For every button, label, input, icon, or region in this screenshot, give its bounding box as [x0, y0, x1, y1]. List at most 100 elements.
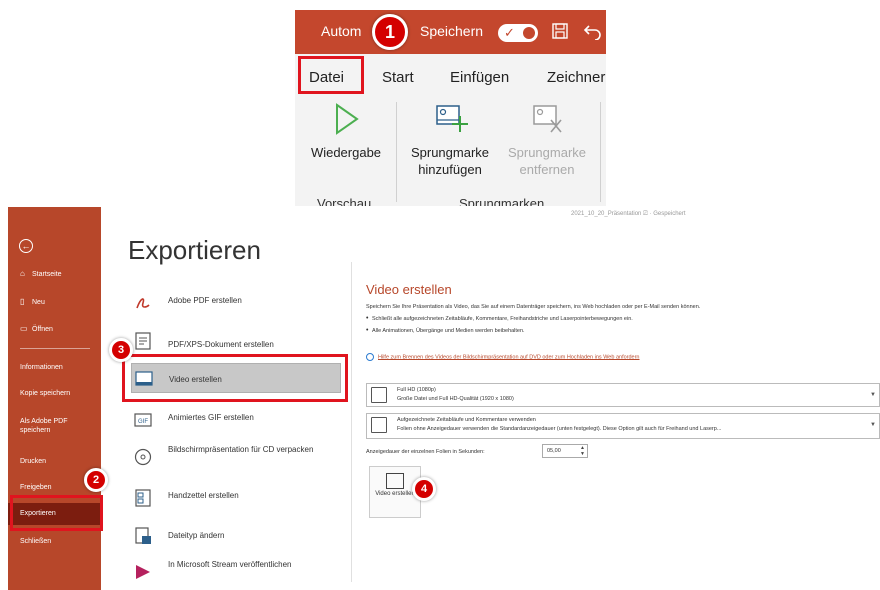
sidebar-item-label: Informationen	[20, 364, 63, 371]
sidebar-item-label: Freigeben	[20, 484, 52, 491]
export-option-label: Bildschirmpräsentation für CD verpacken	[168, 445, 314, 454]
seconds-label: Anzeigedauer der einzelnen Folien in Sek…	[366, 449, 485, 455]
pane-divider	[351, 262, 352, 582]
autosave-label: Autom	[321, 23, 362, 39]
chevron-down-icon: ▼	[870, 392, 876, 398]
svg-text:GIF: GIF	[138, 419, 148, 425]
stream-icon	[136, 565, 150, 579]
monitor-icon	[371, 387, 387, 403]
tab-start[interactable]: Start	[382, 69, 414, 86]
step-marker-1: 1	[372, 14, 408, 50]
export-option-label: Animiertes GIF erstellen	[168, 413, 254, 422]
sidebar-item-neu[interactable]: ▯ Neu	[8, 291, 101, 313]
export-option-stream[interactable]: In Microsoft Stream veröffentlichen	[131, 556, 341, 590]
sidebar-divider	[20, 348, 90, 349]
export-option-filetype[interactable]: Dateityp ändern	[131, 520, 341, 556]
export-option-handouts[interactable]: Handzettel erstellen	[131, 482, 341, 518]
sidebar-item-label: Öffnen	[32, 326, 53, 333]
play-button[interactable]: Wiedergabe	[305, 102, 387, 161]
page-title: Exportieren	[128, 235, 261, 265]
save-icon[interactable]	[551, 22, 571, 42]
sidebar-item-label: Drucken	[20, 458, 47, 465]
add-bookmark-label-2: hinzufügen	[418, 162, 482, 177]
help-link-text: Hilfe zum Brennen des Videos der Bildsch…	[378, 354, 640, 361]
sidebar-item-oeffnen[interactable]: ▭ Öffnen	[8, 318, 101, 340]
export-option-cd[interactable]: Bildschirmpräsentation für CD verpacken	[131, 441, 341, 477]
video-heading: Video erstellen	[366, 282, 452, 297]
timings-icon	[371, 417, 387, 433]
spinner-arrows-icon: ▲ ▼	[580, 445, 585, 457]
open-icon: ▭	[20, 324, 28, 333]
gif-icon: GIF	[134, 413, 152, 427]
title-bar: Autom Speichern ✓	[295, 10, 606, 54]
help-link[interactable]: Hilfe zum Brennen des Videos der Bildsch…	[366, 353, 640, 361]
remove-bookmark-label-2: entfernen	[519, 162, 575, 177]
seconds-spinner[interactable]: 05,00 ▲ ▼	[542, 444, 588, 458]
sidebar-item-drucken[interactable]: Drucken	[8, 451, 101, 473]
cd-icon	[134, 448, 152, 466]
remove-bookmark-label-1: Sprungmarke	[507, 145, 587, 160]
export-option-label: In Microsoft Stream veröffentlichen	[168, 560, 292, 569]
video-bullet: Schließt alle aufgezeichneten Zeitabläuf…	[366, 315, 872, 322]
back-icon[interactable]: ←	[19, 239, 33, 253]
step-marker-4: 4	[412, 477, 436, 501]
check-icon: ✓	[504, 25, 515, 40]
export-option-label: Dateityp ändern	[168, 531, 225, 540]
save-label: Speichern	[420, 23, 484, 39]
sidebar-item-adobe-pdf[interactable]: Als Adobe PDF speichern	[8, 413, 88, 443]
timings-subtitle: Folien ohne Anzeigedauer verwenden die S…	[397, 426, 722, 432]
export-option-gif[interactable]: GIF Animiertes GIF erstellen	[131, 404, 341, 440]
highlight-exportieren	[10, 495, 103, 531]
export-option-label: PDF/XPS-Dokument erstellen	[168, 340, 274, 349]
create-video-icon	[386, 473, 404, 489]
ribbon-groups: Wiedergabe Sprungmarke hinzufügen Sprung…	[295, 102, 606, 206]
timings-title: Aufgezeichnete Zeitabläufe und Kommentar…	[397, 417, 536, 423]
sidebar-item-label: Startseite	[32, 271, 62, 278]
sidebar-item-kopie-speichern[interactable]: Kopie speichern	[8, 383, 101, 405]
quality-subtitle: Große Datei und Full HD-Qualität (1920 x…	[397, 396, 514, 402]
group-label-preview: Vorschau	[317, 196, 372, 206]
filetype-icon	[135, 527, 151, 544]
group-label-bookmarks: Sprungmarken	[459, 196, 545, 206]
chevron-down-icon: ▼	[870, 422, 876, 428]
timings-dropdown[interactable]: Aufgezeichnete Zeitabläufe und Kommentar…	[366, 413, 880, 439]
ribbon-crop: Autom Speichern ✓ Datei Start Einfügen Z…	[295, 10, 606, 206]
highlight-datei-tab	[298, 56, 364, 94]
highlight-video-option	[122, 354, 348, 402]
export-option-adobe-pdf[interactable]: Adobe PDF erstellen	[131, 287, 341, 323]
step-marker-3: 3	[109, 338, 133, 362]
tab-einfuegen[interactable]: Einfügen	[450, 69, 509, 86]
autosave-toggle[interactable]: ✓	[498, 24, 538, 42]
adobe-pdf-icon	[136, 298, 150, 309]
quality-title: Full HD (1080p)	[397, 387, 436, 393]
backstage-sidebar: ← ⌂ Startseite ▯ Neu ▭ Öffnen Informationen…	[8, 207, 101, 590]
step-marker-2: 2	[84, 468, 108, 492]
window-title: 2021_10_20_Präsentation ⎚ · Gespeichert	[571, 211, 686, 217]
quality-dropdown[interactable]: Full HD (1080p) Große Datei und Full HD-…	[366, 383, 880, 407]
handouts-icon	[135, 489, 151, 507]
play-icon	[336, 103, 359, 135]
home-icon: ⌂	[20, 269, 25, 278]
pdf-xps-icon	[135, 332, 151, 350]
sidebar-item-schliessen[interactable]: Schließen	[8, 531, 101, 553]
remove-bookmark-icon	[533, 105, 562, 133]
group-divider	[600, 102, 601, 202]
sidebar-item-startseite[interactable]: ⌂ Startseite	[8, 263, 101, 285]
seconds-value: 05,00	[547, 448, 561, 454]
remove-bookmark-button: Sprungmarke entfernen	[502, 102, 592, 178]
new-icon: ▯	[20, 297, 25, 306]
sidebar-item-label: Kopie speichern	[20, 390, 71, 397]
sidebar-item-informationen[interactable]: Informationen	[8, 357, 101, 379]
sidebar-item-label: Als Adobe PDF speichern	[20, 418, 68, 434]
add-bookmark-button[interactable]: Sprungmarke hinzufügen	[405, 102, 495, 178]
group-divider	[396, 102, 397, 202]
export-option-label: Handzettel erstellen	[168, 491, 239, 500]
help-icon	[366, 353, 374, 361]
add-bookmark-icon	[436, 105, 468, 132]
video-description: Speichern Sie Ihre Präsentation als Vide…	[366, 304, 701, 310]
play-label: Wiedergabe	[310, 145, 382, 160]
tab-zeichnen[interactable]: Zeichner	[547, 69, 605, 86]
add-bookmark-label-1: Sprungmarke	[410, 145, 490, 160]
undo-icon[interactable]	[583, 22, 603, 42]
sidebar-item-label: Neu	[32, 299, 45, 306]
